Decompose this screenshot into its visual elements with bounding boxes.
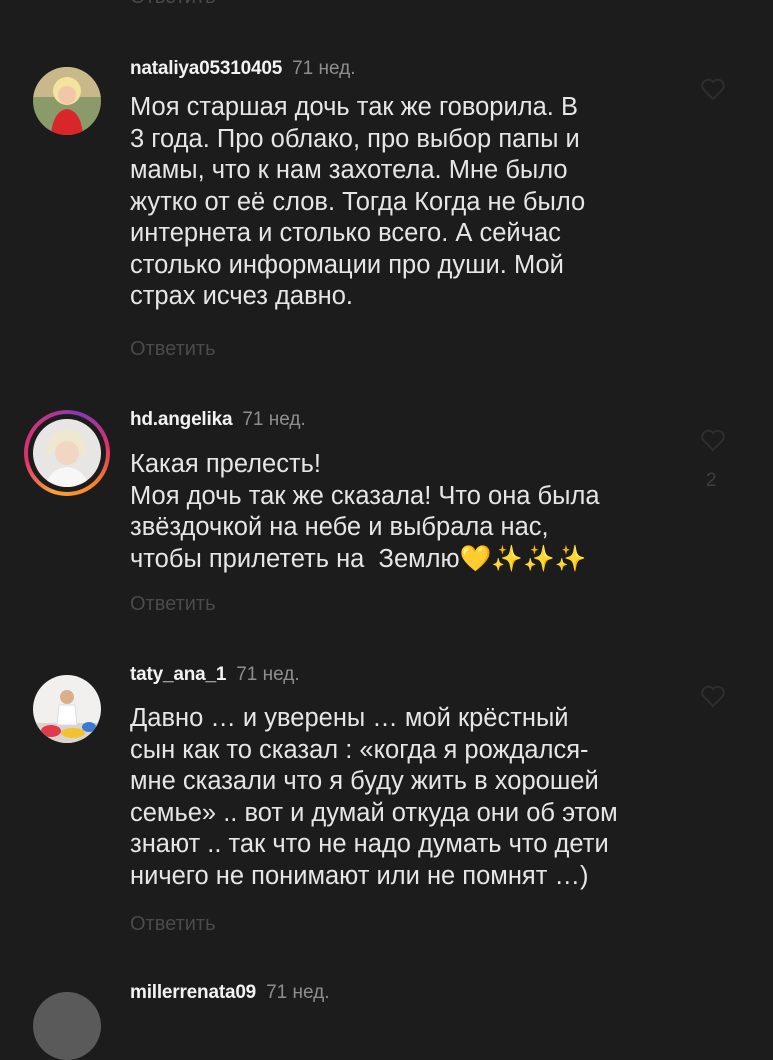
timestamp: 71 нед. [236, 664, 300, 685]
comment-text: Давно … и уверены … мой крёстный сын как… [130, 704, 618, 890]
comment-meta: nataliya05310405 71 нед. [130, 58, 356, 80]
avatar-photo [33, 419, 101, 487]
username[interactable]: nataliya05310405 [130, 58, 282, 79]
username[interactable]: hd.angelika [130, 409, 233, 430]
reply-button[interactable]: Ответить [130, 338, 216, 361]
reply-button[interactable]: Ответить [130, 913, 216, 936]
comment-text: Моя старшая дочь так же говорила. В 3 го… [130, 93, 586, 310]
comment-meta: hd.angelika 71 нед. [130, 409, 306, 431]
reply-button[interactable]: Ответить [130, 0, 216, 9]
comment-text: Какая прелесть! Моя дочь так же сказала!… [130, 450, 600, 573]
heart-icon[interactable] [700, 428, 726, 452]
like-count: 2 [706, 470, 717, 491]
comment-meta: millerrenata09 71 нед. [130, 982, 329, 1004]
story-ring[interactable] [24, 410, 110, 496]
timestamp: 71 нед. [292, 58, 356, 79]
comment-meta: taty_ana_1 71 нед. [130, 664, 300, 686]
avatar-photo [33, 675, 101, 743]
avatar[interactable] [33, 67, 101, 135]
avatar[interactable] [33, 992, 101, 1060]
avatar[interactable] [33, 675, 101, 743]
timestamp: 71 нед. [242, 409, 306, 430]
username[interactable]: taty_ana_1 [130, 664, 226, 685]
reply-button[interactable]: Ответить [130, 593, 216, 616]
heart-icon[interactable] [700, 77, 726, 101]
avatar [33, 419, 101, 487]
avatar-photo [33, 67, 101, 135]
heart-icon[interactable] [700, 684, 726, 708]
